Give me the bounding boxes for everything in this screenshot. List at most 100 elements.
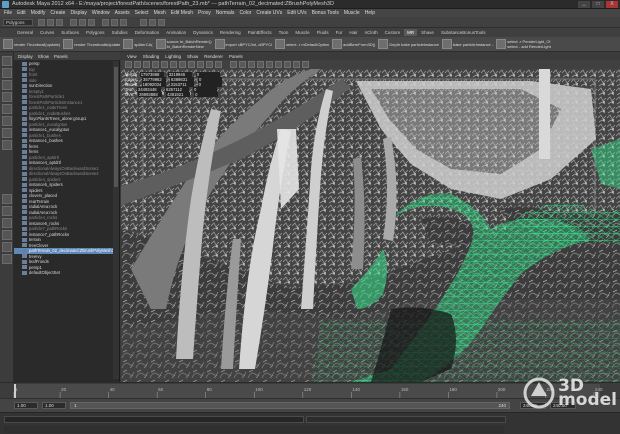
isolate-select-icon[interactable] xyxy=(275,61,282,68)
menu-display[interactable]: Display xyxy=(70,10,86,16)
menu-normals[interactable]: Normals xyxy=(216,10,235,16)
rotate-tool-icon[interactable] xyxy=(2,104,12,114)
menu-set-select[interactable]: Polygons xyxy=(3,19,33,26)
persp-outliner-layout-icon[interactable] xyxy=(2,218,12,228)
perspective-viewport[interactable]: View Shading Lighting Show Renderer Pane… xyxy=(121,52,620,382)
shelf-tab-curves[interactable]: Curves xyxy=(37,29,57,36)
menu-modify[interactable]: Modify xyxy=(31,10,46,16)
mel-command-input[interactable] xyxy=(4,416,304,423)
xray-joints-icon[interactable] xyxy=(293,61,300,68)
film-gate-icon[interactable] xyxy=(170,61,177,68)
paint-select-tool-icon[interactable] xyxy=(2,80,12,90)
outliner-menu-panels[interactable]: Panels xyxy=(54,54,68,59)
select-hierarchy-icon[interactable] xyxy=(70,19,77,26)
outliner-menu-display[interactable]: Display xyxy=(18,54,33,59)
shelf-button-batch-render[interactable]: source br_BatchRender() br_BatchRenderNe… xyxy=(155,38,212,50)
menu-color[interactable]: Color xyxy=(239,10,251,16)
viewport-menu-lighting[interactable]: Lighting xyxy=(165,54,181,59)
persp-graph-layout-icon[interactable] xyxy=(2,230,12,240)
ipr-render-icon[interactable] xyxy=(149,19,156,26)
shelf-tab-surfaces[interactable]: Surfaces xyxy=(58,29,82,36)
shelf-tab-toon[interactable]: Toon xyxy=(276,29,292,36)
smooth-shade-icon[interactable] xyxy=(239,61,246,68)
four-view-layout-icon[interactable] xyxy=(2,206,12,216)
close-button[interactable]: X xyxy=(606,1,618,8)
camera-attributes-icon[interactable] xyxy=(134,61,141,68)
shelf-button-select-render-light[interactable]: select -r PenderLight_Ol select - add Re… xyxy=(496,38,551,50)
shadows-icon[interactable] xyxy=(266,61,273,68)
shelf-tab-fluids[interactable]: Fluids xyxy=(314,29,332,36)
snap-curve-icon[interactable] xyxy=(111,19,118,26)
shelf-button-select-default-option[interactable]: select -r mDefaultOption xyxy=(275,38,329,50)
render-settings-icon[interactable] xyxy=(158,19,165,26)
last-tool-icon[interactable] xyxy=(2,140,12,150)
shelf-tab-rendering[interactable]: Rendering xyxy=(217,29,244,36)
viewport-menu-shading[interactable]: Shading xyxy=(143,54,160,59)
menu-select[interactable]: Select xyxy=(135,10,149,16)
image-plane-icon[interactable] xyxy=(152,61,159,68)
shelf-tab-substancebonustools[interactable]: SubstanceBonusTools xyxy=(438,29,489,36)
move-tool-icon[interactable] xyxy=(2,92,12,102)
menu-proxy[interactable]: Proxy xyxy=(198,10,211,16)
scale-tool-icon[interactable] xyxy=(2,116,12,126)
shelf-tab-hair[interactable]: Hair xyxy=(346,29,360,36)
outliner-menu-show[interactable]: Show xyxy=(38,54,49,59)
shelf-tab-mr[interactable]: MR xyxy=(404,29,418,36)
playback-start-field[interactable]: 1.00 xyxy=(42,402,66,409)
snap-point-icon[interactable] xyxy=(120,19,127,26)
lasso-tool-icon[interactable] xyxy=(2,68,12,78)
gate-mask-icon[interactable] xyxy=(188,61,195,68)
persp-uv-layout-icon[interactable] xyxy=(2,254,12,264)
xray-icon[interactable] xyxy=(284,61,291,68)
open-scene-icon[interactable] xyxy=(47,19,54,26)
safe-action-icon[interactable] xyxy=(206,61,213,68)
new-scene-icon[interactable] xyxy=(38,19,45,26)
menu-edit[interactable]: Edit xyxy=(17,10,26,16)
shelf-button-splaerca[interactable]: splAerCA( xyxy=(123,38,153,50)
shelf-button-depth-bake[interactable]: Depth bake particleInstance xyxy=(378,38,439,50)
field-chart-icon[interactable] xyxy=(197,61,204,68)
textured-icon[interactable] xyxy=(248,61,255,68)
viewport-menu-view[interactable]: View xyxy=(127,54,137,59)
shelf-tab-animation[interactable]: Animation xyxy=(163,29,189,36)
shelf-button-render-thumbnails-update[interactable]: render ThumbnailsUpdate xyxy=(63,38,120,50)
shelf-tab-muscle[interactable]: Muscle xyxy=(292,29,312,36)
shelf-button-bake-particle-instance[interactable]: bake particleInstance - xyxy=(441,38,493,50)
shelf-tab-painteffects[interactable]: PaintEffects xyxy=(245,29,275,36)
viewport-menu-panels[interactable]: Panels xyxy=(229,54,243,59)
animation-start-field[interactable]: 1.00 xyxy=(14,402,38,409)
bookmark-icon[interactable] xyxy=(143,61,150,68)
shelf-tab-dynamics[interactable]: Dynamics xyxy=(190,29,216,36)
snap-grid-icon[interactable] xyxy=(102,19,109,26)
manipulator-tool-icon[interactable] xyxy=(2,128,12,138)
save-scene-icon[interactable] xyxy=(56,19,63,26)
menu-edit-uvs[interactable]: Edit UVs xyxy=(287,10,306,16)
shelf-tab-deformation[interactable]: Deformation xyxy=(132,29,163,36)
menu-help[interactable]: Help xyxy=(365,10,375,16)
minimize-button[interactable]: _ xyxy=(578,1,590,8)
menu-muscle[interactable]: Muscle xyxy=(344,10,360,16)
menu-assets[interactable]: Assets xyxy=(115,10,130,16)
single-view-layout-icon[interactable] xyxy=(2,194,12,204)
select-object-icon[interactable] xyxy=(79,19,86,26)
use-all-lights-icon[interactable] xyxy=(257,61,264,68)
menu-create-uvs[interactable]: Create UVs xyxy=(256,10,282,16)
select-tool-icon[interactable] xyxy=(2,56,12,66)
outliner-scrollbar[interactable] xyxy=(113,61,119,379)
resolution-gate-icon[interactable] xyxy=(179,61,186,68)
viewport-menu-renderer[interactable]: Renderer xyxy=(204,54,223,59)
grid-icon[interactable] xyxy=(161,61,168,68)
menu-window[interactable]: Window xyxy=(92,10,110,16)
current-time-marker[interactable] xyxy=(14,384,16,398)
menu-mesh[interactable]: Mesh xyxy=(154,10,166,16)
menu-bonus-tools[interactable]: Bonus Tools xyxy=(312,10,339,16)
outliner-scroll-thumb[interactable] xyxy=(114,67,118,187)
shelf-tab-custom[interactable]: Custom xyxy=(382,29,404,36)
select-component-icon[interactable] xyxy=(88,19,95,26)
hypershade-layout-icon[interactable] xyxy=(2,242,12,252)
shelf-tab-fur[interactable]: Fur xyxy=(333,29,346,36)
render-icon[interactable] xyxy=(140,19,147,26)
shelf-button-add-bern-from-3d[interactable]: addBernFrom3D() xyxy=(332,38,375,50)
xray-components-icon[interactable] xyxy=(302,61,309,68)
range-bar[interactable]: 1 240 xyxy=(70,402,510,409)
